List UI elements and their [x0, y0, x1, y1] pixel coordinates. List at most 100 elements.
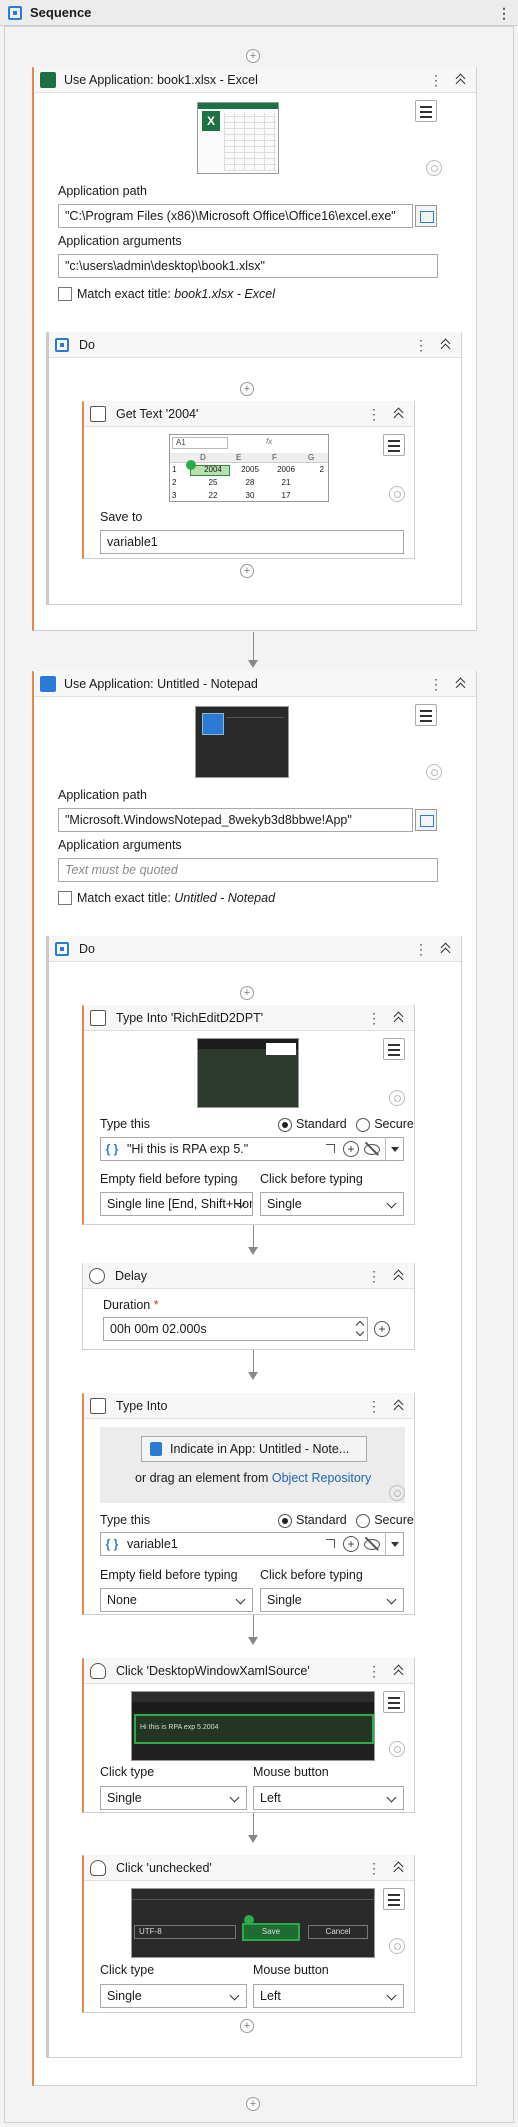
empty-field-select[interactable]: Single line [End, Shift+Home [100, 1192, 253, 1216]
excel-collapse-icon[interactable] [454, 73, 468, 87]
notepad-menu-icon[interactable]: ⋮ [429, 677, 443, 691]
notepad-browse-icon[interactable] [415, 809, 437, 831]
secure-radio-2[interactable] [356, 1513, 371, 1528]
notepad-match-checkbox[interactable] [58, 891, 72, 905]
click-before-select-2[interactable]: Single [260, 1588, 404, 1612]
standard-radio[interactable] [278, 1117, 292, 1132]
standard-radio-2[interactable] [278, 1513, 292, 1528]
click-unchecked-menu-icon[interactable]: ⋮ [367, 1861, 381, 1875]
type-into-target-icon[interactable] [389, 1485, 405, 1501]
excel-do-header[interactable]: Do ⋮ [49, 332, 461, 358]
type-this-value-2: variable1 [127, 1537, 178, 1551]
notepad-do-add-bottom-button[interactable]: + [240, 2019, 254, 2033]
excel-do-menu-icon[interactable]: ⋮ [414, 338, 428, 352]
duration-spinner[interactable] [355, 1318, 367, 1340]
click-type-select-2[interactable]: Single [100, 1984, 247, 2008]
type-into-rich-collapse-icon[interactable] [392, 1011, 406, 1025]
type-into-menu-icon[interactable]: ⋮ [367, 1399, 381, 1413]
notepad-options-button[interactable] [415, 704, 437, 726]
notepad-path-field[interactable]: "Microsoft.WindowsNotepad_8wekyb3d8bbwe!… [58, 808, 413, 832]
click-unchecked-header[interactable]: Click 'unchecked' ⋮ [84, 1855, 414, 1881]
notepad-do-collapse-icon[interactable] [439, 942, 453, 956]
excel-browse-icon[interactable] [415, 205, 437, 227]
delay-header[interactable]: Delay ⋮ [83, 1263, 414, 1289]
type-options-dropdown[interactable] [385, 1532, 403, 1556]
notepad-card-header[interactable]: Use Application: Untitled - Notepad ⋮ [34, 671, 476, 697]
type-into-rich-menu-icon[interactable]: ⋮ [367, 1011, 381, 1025]
type-this-field-2[interactable]: { } variable1 + [100, 1532, 404, 1556]
object-repository-link[interactable]: Object Repository [272, 1471, 371, 1485]
duration-add-icon[interactable]: + [374, 1321, 390, 1337]
click-xaml-menu-icon[interactable]: ⋮ [367, 1664, 381, 1678]
click-xaml-options-button[interactable] [383, 1691, 405, 1713]
type-this-field[interactable]: { } "Hi this is RPA exp 5." + [100, 1137, 404, 1161]
notepad-do-menu-icon[interactable]: ⋮ [414, 942, 428, 956]
mouse-button-label-2: Mouse button [253, 1963, 329, 1977]
empty-field-select-2[interactable]: None [100, 1588, 253, 1612]
type-into-rich-options-button[interactable] [383, 1038, 405, 1060]
click-unchecked-target-icon[interactable] [389, 1938, 405, 1954]
excel-do-collapse-icon[interactable] [439, 338, 453, 352]
excel-match-text: Match exact title: [77, 287, 175, 301]
sequence-menu-icon[interactable]: ⋮ [497, 6, 511, 20]
save-to-field[interactable]: variable1 [100, 530, 404, 554]
get-text-collapse-icon[interactable] [392, 407, 406, 421]
required-mark: * [153, 1298, 159, 1312]
notepad-do-header[interactable]: Do ⋮ [49, 936, 461, 962]
excel-target-icon[interactable] [426, 160, 442, 176]
notepad-collapse-icon[interactable] [454, 677, 468, 691]
notepad-args-field[interactable]: Text must be quoted [58, 858, 438, 882]
secure-label: Secure [374, 1117, 414, 1131]
expand-icon[interactable] [323, 1141, 339, 1157]
notepad-match-label: Match exact title: Untitled - Notepad [77, 891, 275, 905]
excel-menu-icon[interactable]: ⋮ [429, 73, 443, 87]
notepad-do-add-button[interactable]: + [240, 986, 254, 1000]
delay-collapse-icon[interactable] [392, 1269, 406, 1283]
expand-icon[interactable] [323, 1536, 339, 1552]
duration-field[interactable]: 00h 00m 02.000s [103, 1317, 368, 1341]
click-unchecked-options-button[interactable] [383, 1888, 405, 1910]
indicate-in-app-button[interactable]: Indicate in App: Untitled - Note... [141, 1436, 367, 1462]
notepad-args-label: Application arguments [58, 838, 182, 852]
click-xaml-collapse-icon[interactable] [392, 1664, 406, 1678]
click-type-select[interactable]: Single [100, 1786, 247, 1810]
excel-args-field[interactable]: "c:\users\admin\desktop\book1.xlsx" [58, 254, 438, 278]
type-into-header[interactable]: Type Into ⋮ [84, 1393, 414, 1419]
save-to-label: Save to [100, 510, 143, 524]
thumb-r3-d: 22 [208, 491, 218, 500]
delay-menu-icon[interactable]: ⋮ [367, 1269, 381, 1283]
click-unchecked-collapse-icon[interactable] [392, 1861, 406, 1875]
click-xaml-target-icon[interactable] [389, 1741, 405, 1757]
thumb-cell-ref: A1 [172, 437, 228, 449]
get-text-menu-icon[interactable]: ⋮ [367, 407, 381, 421]
notepad-target-icon[interactable] [426, 764, 442, 780]
thumb-r3-num: 3 [172, 491, 177, 500]
click-before-select[interactable]: Single [260, 1192, 404, 1216]
mouse-button-select[interactable]: Left [253, 1786, 404, 1810]
excel-do-add-bottom-button[interactable]: + [240, 564, 254, 578]
excel-options-button[interactable] [415, 100, 437, 122]
add-activity-bottom-button[interactable]: + [246, 2097, 260, 2111]
mouse-button-select-2[interactable]: Left [253, 1984, 404, 2008]
get-text-title: Get Text '2004' [116, 406, 199, 421]
hide-text-icon[interactable] [362, 1537, 382, 1551]
excel-match-checkbox[interactable] [58, 287, 72, 301]
get-text-header[interactable]: Get Text '2004' ⋮ [84, 401, 414, 427]
hide-text-icon[interactable] [362, 1142, 382, 1156]
sequence-header[interactable]: Sequence ⋮ [0, 0, 518, 26]
click-xaml-header[interactable]: Click 'DesktopWindowXamlSource' ⋮ [84, 1658, 414, 1684]
add-variable-icon[interactable]: + [343, 1141, 359, 1157]
secure-radio[interactable] [356, 1117, 371, 1132]
type-into-collapse-icon[interactable] [392, 1399, 406, 1413]
get-text-options-button[interactable] [383, 434, 405, 456]
add-variable-icon[interactable]: + [343, 1536, 359, 1552]
type-into-rich-header[interactable]: Type Into 'RichEditD2DPT' ⋮ [84, 1005, 414, 1031]
get-text-target-icon[interactable] [389, 486, 405, 502]
excel-path-field[interactable]: "C:\Program Files (x86)\Microsoft Office… [58, 204, 413, 228]
connector-arrow [248, 1835, 258, 1843]
type-into-rich-target-icon[interactable] [389, 1090, 405, 1106]
excel-do-add-button[interactable]: + [240, 382, 254, 396]
excel-card-header[interactable]: Use Application: book1.xlsx - Excel ⋮ [34, 67, 476, 93]
add-activity-button[interactable]: + [246, 49, 260, 63]
type-options-dropdown[interactable] [385, 1137, 403, 1161]
